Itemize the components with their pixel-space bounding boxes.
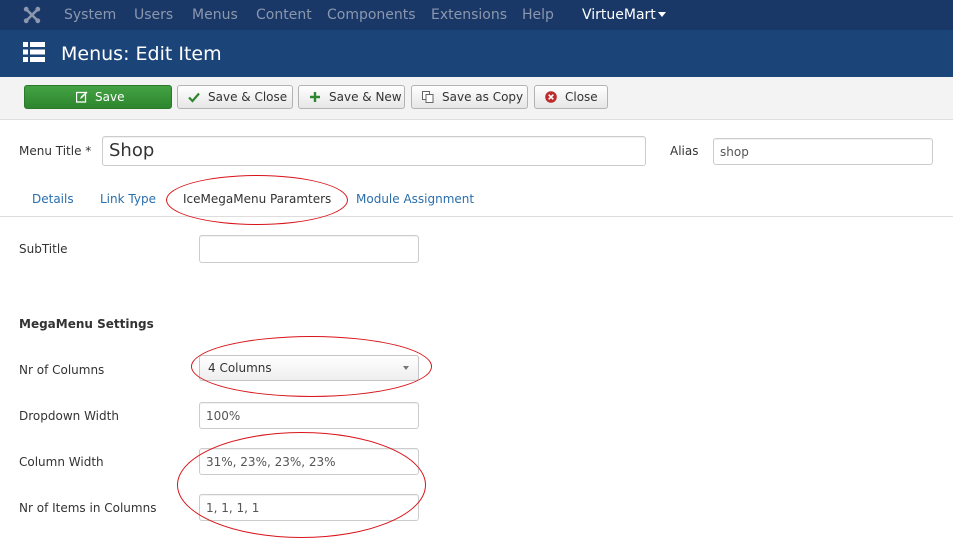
menu-title-input[interactable]: Shop	[102, 136, 646, 166]
close-circle-icon	[545, 91, 557, 103]
tab-link-type[interactable]: Link Type	[100, 192, 156, 206]
subtitle-input[interactable]	[199, 235, 419, 263]
tab-icemegamenu-parameters[interactable]: IceMegaMenu Paramters	[183, 192, 331, 206]
items-in-columns-label: Nr of Items in Columns	[19, 501, 157, 515]
dropdown-width-label: Dropdown Width	[19, 409, 119, 423]
nav-help[interactable]: Help	[522, 7, 554, 23]
tab-module-assignment[interactable]: Module Assignment	[356, 192, 474, 206]
columns-select[interactable]: 4 Columns	[199, 355, 419, 381]
megamenu-settings-heading: MegaMenu Settings	[19, 317, 154, 331]
save-button[interactable]: Save	[24, 85, 172, 109]
dropdown-width-input[interactable]: 100%	[199, 402, 419, 429]
columns-select-value: 4 Columns	[208, 361, 272, 375]
nav-menus[interactable]: Menus	[192, 7, 238, 23]
nav-system[interactable]: System	[64, 7, 116, 23]
alias-input[interactable]: shop	[713, 138, 933, 165]
close-label: Close	[565, 90, 598, 104]
page-title: Menus: Edit Item	[61, 43, 222, 65]
plus-icon	[310, 92, 320, 102]
check-icon	[188, 92, 200, 103]
save-button-label: Save	[95, 90, 125, 104]
save-new-label: Save & New	[329, 90, 402, 104]
joomla-logo-icon[interactable]	[23, 6, 41, 24]
tab-details[interactable]: Details	[32, 192, 74, 206]
toolbar: Save Save & Close Save & New Save as Cop…	[0, 77, 953, 120]
caret-down-icon	[657, 12, 666, 17]
close-button[interactable]: Close	[534, 85, 608, 109]
nav-virtuemart-label: VirtueMart	[582, 7, 656, 23]
page-header: Menus: Edit Item	[0, 30, 953, 77]
nav-virtuemart[interactable]: VirtueMart	[582, 7, 666, 23]
save-new-button[interactable]: Save & New	[298, 85, 405, 109]
items-in-columns-input[interactable]: 1, 1, 1, 1	[199, 494, 419, 521]
columns-label: Nr of Columns	[19, 363, 105, 377]
save-close-label: Save & Close	[208, 90, 288, 104]
nav-components[interactable]: Components	[327, 7, 416, 23]
top-navbar: System Users Menus Content Components Ex…	[0, 0, 953, 30]
subtitle-label: SubTitle	[19, 242, 68, 256]
nav-users[interactable]: Users	[134, 7, 173, 23]
nav-extensions[interactable]: Extensions	[431, 7, 507, 23]
save-as-copy-label: Save as Copy	[442, 90, 524, 104]
list-icon	[23, 42, 45, 62]
column-width-input[interactable]: 31%, 23%, 23%, 23%	[199, 448, 419, 475]
alias-label: Alias	[670, 144, 699, 158]
copy-icon	[422, 91, 434, 103]
chevron-down-icon	[403, 366, 409, 370]
column-width-label: Column Width	[19, 455, 104, 469]
edit-icon	[76, 91, 88, 103]
tabs-divider	[0, 216, 953, 217]
menu-title-label: Menu Title *	[19, 144, 92, 158]
save-as-copy-button[interactable]: Save as Copy	[411, 85, 528, 109]
save-close-button[interactable]: Save & Close	[177, 85, 293, 109]
nav-content[interactable]: Content	[256, 7, 312, 23]
